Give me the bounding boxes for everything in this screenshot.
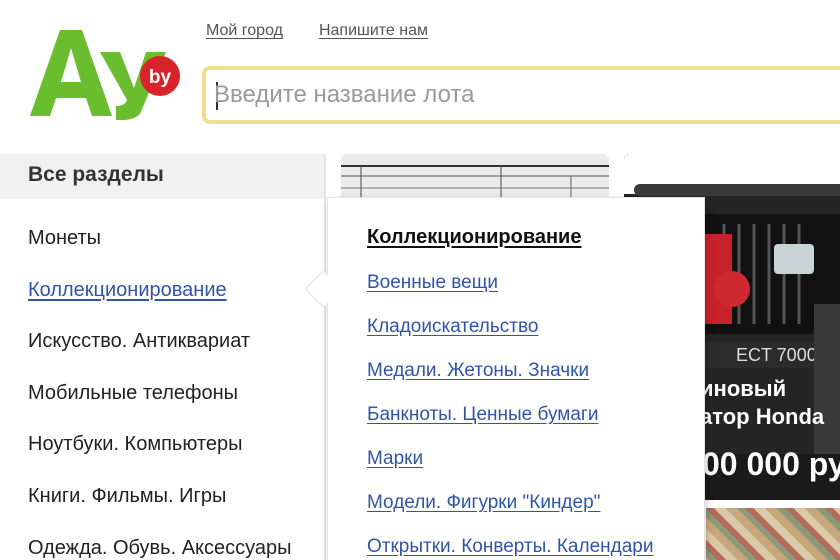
site-logo[interactable]: by xyxy=(30,26,182,120)
submenu-item-banknotes[interactable]: Банкноты. Ценные бумаги xyxy=(367,404,598,426)
category-art-antiques[interactable]: Искусство. Антиквариат xyxy=(28,330,250,353)
submenu-flyout: Коллекционирование Военные вещи Кладоиск… xyxy=(327,197,705,560)
category-coins[interactable]: Монеты xyxy=(28,227,101,250)
category-laptops-computers[interactable]: Ноутбуки. Компьютеры xyxy=(28,433,242,456)
promo-price: 00 000 руб xyxy=(702,446,840,482)
generator-model-text: ECT 7000 xyxy=(736,345,817,365)
submenu-item-treasure-hunting[interactable]: Кладоискательство xyxy=(367,316,538,338)
submenu-item-stamps[interactable]: Марки xyxy=(367,448,423,470)
logo-badge-text: by xyxy=(149,67,172,88)
promo-title-line2: атор Honda xyxy=(700,404,825,429)
header-links: Мой город Напишите нам xyxy=(206,22,428,40)
submenu-item-models-figures[interactable]: Модели. Фигурки "Киндер" xyxy=(367,492,600,514)
my-city-link[interactable]: Мой город xyxy=(206,22,283,40)
contact-us-link[interactable]: Напишите нам xyxy=(319,22,428,40)
logo-graphic: by xyxy=(30,30,180,120)
promo-banner-stamps[interactable] xyxy=(706,508,840,560)
category-clothes-shoes[interactable]: Одежда. Обувь. Аксессуары xyxy=(28,537,292,560)
submenu-item-postcards[interactable]: Открытки. Конверты. Календари xyxy=(367,536,653,558)
search-box[interactable] xyxy=(202,66,840,124)
submenu-item-military[interactable]: Военные вещи xyxy=(367,272,498,294)
category-list: Монеты Коллекционирование Искусство. Ант… xyxy=(0,199,326,560)
category-books-films-games[interactable]: Книги. Фильмы. Игры xyxy=(28,485,226,508)
submenu-item-medals-badges[interactable]: Медали. Жетоны. Значки xyxy=(367,360,589,382)
all-sections-title: Все разделы xyxy=(28,163,164,186)
promo-title-line1: иновый xyxy=(700,376,787,401)
submenu-title[interactable]: Коллекционирование xyxy=(367,226,581,249)
all-sections-header[interactable]: Все разделы xyxy=(0,154,326,199)
search-input[interactable] xyxy=(214,76,834,114)
category-mobile-phones[interactable]: Мобильные телефоны xyxy=(28,382,238,405)
category-collecting[interactable]: Коллекционирование xyxy=(28,279,227,302)
